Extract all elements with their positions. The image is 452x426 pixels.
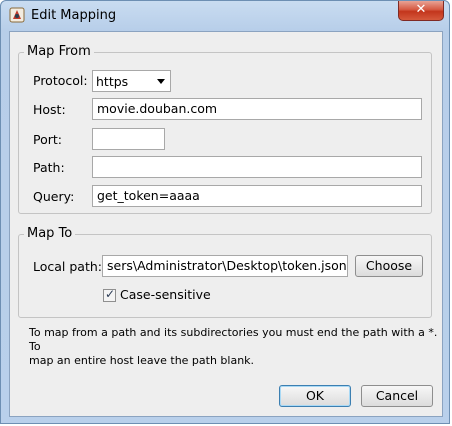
query-label: Query:	[33, 189, 75, 204]
title-bar[interactable]: Edit Mapping ✕	[1, 1, 449, 31]
close-button[interactable]: ✕	[398, 1, 444, 21]
map-to-group: Map To Local path: sers\Administrator\De…	[18, 226, 432, 318]
edit-mapping-dialog: Edit Mapping ✕ Map From Protocol: https …	[0, 0, 450, 424]
protocol-label: Protocol:	[33, 73, 88, 88]
dialog-content: Map From Protocol: https Host: movie.dou…	[9, 31, 443, 417]
map-to-legend: Map To	[24, 226, 76, 241]
charles-app-icon	[9, 7, 25, 23]
path-label: Path:	[33, 160, 65, 175]
host-field[interactable]: movie.douban.com	[92, 98, 422, 120]
case-sensitive-label[interactable]: Case-sensitive	[120, 287, 211, 302]
map-from-legend: Map From	[24, 44, 94, 59]
local-path-label: Local path:	[33, 259, 103, 274]
path-field[interactable]	[92, 156, 422, 178]
case-sensitive-checkbox[interactable]: ✓	[103, 287, 116, 302]
local-path-field[interactable]: sers\Administrator\Desktop\token.json	[102, 255, 348, 277]
map-from-group: Map From Protocol: https Host: movie.dou…	[18, 44, 432, 214]
window-title: Edit Mapping	[31, 8, 117, 23]
cancel-button[interactable]: Cancel	[361, 385, 433, 407]
protocol-select[interactable]: https	[92, 70, 171, 92]
help-text-line-1: To map from a path and its subdirectorie…	[29, 326, 438, 353]
port-field[interactable]	[92, 128, 165, 150]
choose-button[interactable]: Choose	[355, 255, 423, 277]
query-field[interactable]: get_token=aaaa	[92, 185, 422, 207]
host-label: Host:	[33, 102, 66, 117]
port-label: Port:	[33, 132, 62, 147]
help-text-line-2: map an entire host leave the path blank.	[29, 354, 255, 367]
ok-button[interactable]: OK	[279, 385, 351, 407]
chevron-down-icon	[157, 79, 165, 84]
close-icon: ✕	[415, 2, 427, 17]
protocol-value: https	[96, 74, 129, 89]
help-text: To map from a path and its subdirectorie…	[29, 326, 439, 368]
check-icon: ✓	[105, 287, 116, 301]
